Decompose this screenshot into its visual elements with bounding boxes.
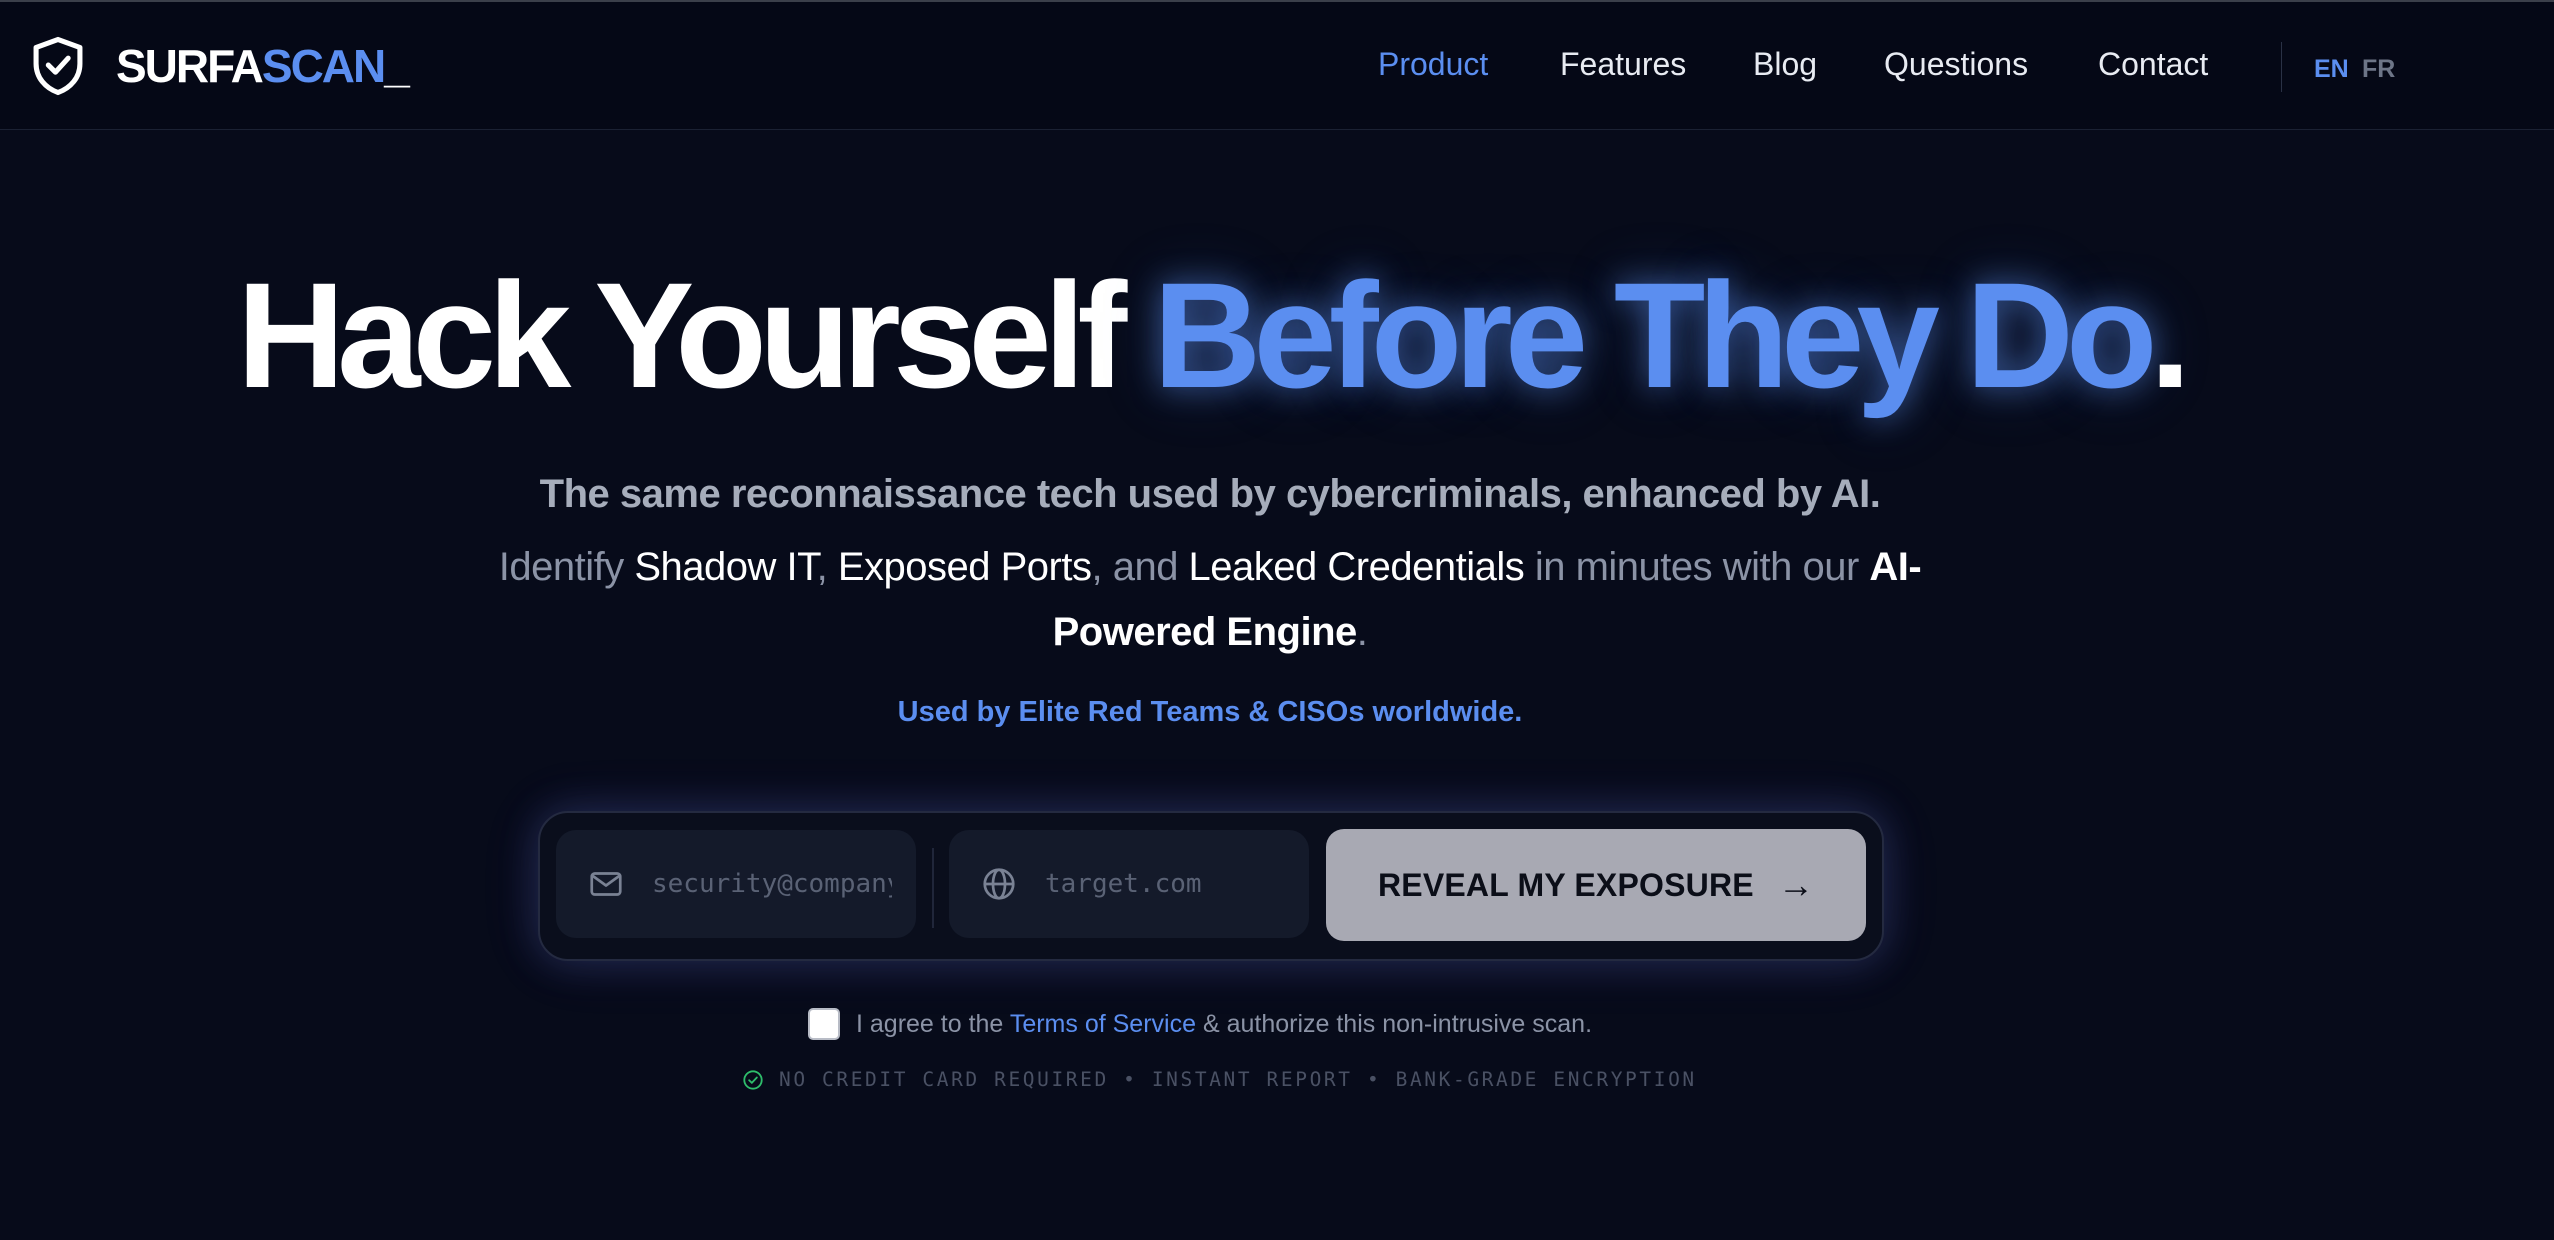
arrow-right-icon: → — [1777, 864, 1815, 905]
nav-item-product[interactable]: Product — [1378, 46, 1488, 83]
reveal-exposure-button[interactable]: REVEAL MY EXPOSURE → — [1326, 829, 1866, 941]
domain-input[interactable] — [1045, 860, 1285, 908]
trust-badges: NO CREDIT CARD REQUIRED • INSTANT REPORT… — [742, 1068, 1697, 1091]
email-input[interactable] — [652, 860, 892, 908]
desc-text: . — [1356, 610, 1368, 654]
domain-field-container[interactable] — [949, 830, 1309, 938]
hero-description: Identify Shadow IT, Exposed Ports, and L… — [490, 535, 1930, 665]
trust-line: Used by Elite Red Teams & CISOs worldwid… — [897, 696, 1523, 728]
nav-item-contact[interactable]: Contact — [2098, 46, 2208, 83]
terms-text-before: I agree to the — [856, 1009, 1010, 1038]
nav-item-blog[interactable]: Blog — [1753, 46, 1817, 83]
globe-icon — [983, 868, 1015, 900]
nav-divider — [2281, 42, 2282, 92]
terms-agreement: I agree to the Terms of Service & author… — [808, 1008, 1592, 1040]
check-circle-icon — [743, 1069, 763, 1090]
terms-text-after: & authorize this non-intrusive scan. — [1196, 1009, 1593, 1038]
terms-checkbox[interactable] — [808, 1008, 840, 1040]
nav-links: Product Features Blog Questions Contact — [0, 46, 2554, 86]
navbar: SURFA SCAN _ Product Features Blog Questio… — [0, 2, 2554, 130]
terms-of-service-link[interactable]: Terms of Service — [1010, 1010, 1196, 1038]
lang-en-button[interactable]: EN — [2314, 55, 2349, 84]
trust-badges-text: NO CREDIT CARD REQUIRED • INSTANT REPORT… — [779, 1068, 1697, 1091]
nav-item-questions[interactable]: Questions — [1884, 46, 2028, 83]
desc-highlight-shadow-it: Shadow IT — [634, 545, 817, 589]
desc-text: Identify — [498, 545, 635, 589]
desc-text: in minutes with our — [1524, 545, 1870, 589]
hero-title: Hack Yourself Before They Do. — [0, 255, 2420, 415]
field-divider — [932, 848, 934, 928]
email-field-container[interactable] — [556, 830, 916, 938]
hero-subtitle: The same reconnaissance tech used by cyb… — [539, 472, 1881, 516]
terms-text: I agree to the Terms of Service & author… — [856, 1010, 1592, 1039]
mail-icon — [590, 872, 622, 896]
desc-highlight-leaked-credentials: Leaked Credentials — [1188, 545, 1525, 589]
desc-highlight-exposed-ports: Exposed Ports — [837, 545, 1092, 589]
desc-text: , — [816, 545, 838, 589]
hero-title-accent: Before They Do — [1153, 251, 2158, 419]
hero-title-white: Hack Yourself — [236, 251, 1154, 419]
nav-item-features[interactable]: Features — [1560, 46, 1686, 83]
lang-fr-button[interactable]: FR — [2362, 55, 2395, 84]
hero-title-dot: . — [2149, 251, 2192, 419]
scan-form: REVEAL MY EXPOSURE → — [538, 811, 1884, 961]
desc-text: , and — [1091, 545, 1189, 589]
reveal-exposure-label: REVEAL MY EXPOSURE — [1377, 866, 1754, 903]
